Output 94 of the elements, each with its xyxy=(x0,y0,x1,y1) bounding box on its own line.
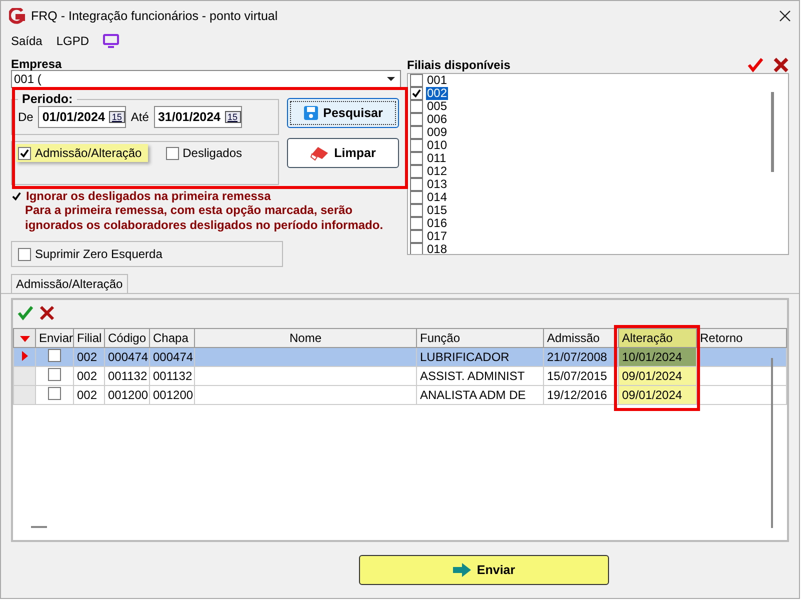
column-header[interactable]: Alteração xyxy=(618,328,696,348)
empresa-label: Empresa xyxy=(11,57,63,70)
branch-item[interactable]: 001 xyxy=(426,74,448,87)
branch-checkbox[interactable] xyxy=(410,243,423,254)
empresa-dropdown[interactable]: 001 ( xyxy=(11,70,401,88)
current-row-icon xyxy=(22,351,28,361)
option-checkbox[interactable]: Admissão/Alteração xyxy=(16,144,148,162)
column-header[interactable]: Função xyxy=(416,328,544,348)
menu-item[interactable]: LGPD xyxy=(56,34,90,48)
search-button[interactable]: Pesquisar xyxy=(287,98,399,128)
table-cell: ANALISTA ADM DE xyxy=(420,388,526,402)
send-checkbox[interactable] xyxy=(48,349,61,362)
branch-checkbox[interactable] xyxy=(410,191,423,204)
tab[interactable]: Admissão/Alteração xyxy=(11,274,128,293)
branch-checkbox[interactable] xyxy=(410,230,423,243)
branch-item[interactable]: 012 xyxy=(426,165,448,178)
branch-checkbox[interactable] xyxy=(410,178,423,191)
table-cell: 001200 xyxy=(108,388,148,402)
table-cell: 21/07/2008 xyxy=(547,350,608,364)
branch-item[interactable]: 010 xyxy=(426,139,448,152)
branch-item[interactable]: 013 xyxy=(426,178,448,191)
calendar-button[interactable]: 15 xyxy=(224,111,241,123)
column-header[interactable]: Nome xyxy=(194,328,416,348)
table-cell: 15/07/2015 xyxy=(547,369,608,383)
from-label: De xyxy=(18,110,34,124)
row-indicator[interactable] xyxy=(14,348,36,366)
period-legend: Periodo: xyxy=(18,92,77,106)
branch-checkbox[interactable] xyxy=(410,126,423,139)
table-cell: 09/01/2024 xyxy=(622,388,682,402)
table-cell: 001132 xyxy=(108,369,148,383)
branch-item[interactable]: 002 xyxy=(426,87,448,100)
branch-item[interactable]: 016 xyxy=(426,217,448,230)
branch-checkbox[interactable] xyxy=(410,113,423,126)
sort-caret-icon[interactable] xyxy=(20,336,30,342)
branch-checkbox[interactable] xyxy=(410,100,423,113)
table-cell: 002 xyxy=(77,350,98,364)
eraser-icon xyxy=(310,145,330,161)
column-header[interactable]: Admissão xyxy=(544,328,618,348)
ignore-label: Ignorar os desligados na primeira remessa xyxy=(26,189,271,203)
to-date-field[interactable]: 31/01/2024 15 xyxy=(154,106,242,128)
branch-item[interactable]: 015 xyxy=(426,204,448,217)
option-checkbox[interactable]: Desligados xyxy=(164,144,248,162)
branch-item[interactable]: 017 xyxy=(426,230,448,243)
ignore-checkbox[interactable] xyxy=(11,190,22,202)
branch-item[interactable]: 005 xyxy=(426,100,448,113)
to-label: Até xyxy=(130,110,149,124)
clear-button[interactable]: Limpar xyxy=(287,138,399,168)
menu-item[interactable]: Saída xyxy=(11,34,42,48)
checkmark-icon xyxy=(20,148,29,158)
close-icon[interactable] xyxy=(773,57,789,73)
table-cell: 09/01/2024 xyxy=(622,369,682,383)
branch-checkbox[interactable] xyxy=(410,152,423,165)
table-cell: 19/12/2016 xyxy=(547,388,608,402)
send-checkbox[interactable] xyxy=(48,368,61,381)
table-cell: 000474 xyxy=(153,350,194,364)
table-cell: 002 xyxy=(77,369,98,383)
from-date-field[interactable]: 01/01/2024 15 xyxy=(38,106,126,128)
branch-item[interactable]: 009 xyxy=(426,126,448,139)
send-button[interactable]: Enviar xyxy=(359,555,609,585)
table-cell: 000474 xyxy=(108,350,148,364)
check-icon[interactable] xyxy=(17,305,33,321)
branches-title: Filiais disponíveis xyxy=(407,58,512,72)
column-header[interactable]: Filial xyxy=(74,328,104,348)
column-header[interactable]: Enviar xyxy=(36,328,74,348)
window-title: FRQ - Integração funcionários - ponto virtual xyxy=(31,9,279,23)
table-cell: 001132 xyxy=(153,369,192,383)
column-header[interactable]: Chapa xyxy=(150,328,194,348)
branch-item[interactable]: 018 xyxy=(426,243,448,254)
close-icon[interactable] xyxy=(39,305,55,321)
table-cell: LUBRIFICADOR xyxy=(420,350,510,364)
monitor-icon[interactable] xyxy=(103,34,120,48)
close-icon[interactable] xyxy=(779,10,791,22)
branch-item[interactable]: 014 xyxy=(426,191,448,204)
calendar-button[interactable]: 15 xyxy=(108,111,125,123)
branch-checkbox[interactable] xyxy=(410,217,423,230)
table-cell: ASSIST. ADMINIST xyxy=(420,369,525,383)
branch-item[interactable]: 006 xyxy=(426,113,448,126)
branch-checkbox[interactable] xyxy=(410,204,423,217)
branch-checkbox[interactable] xyxy=(410,87,423,100)
dropdown-arrow-icon[interactable] xyxy=(386,76,396,82)
branch-checkbox[interactable] xyxy=(410,74,423,87)
column-header[interactable]: Código xyxy=(104,328,150,348)
arrow-right-icon xyxy=(452,563,471,577)
send-checkbox[interactable] xyxy=(48,387,61,400)
branch-checkbox[interactable] xyxy=(410,165,423,178)
branch-item[interactable]: 011 xyxy=(426,152,448,165)
warning-note: Para a primeira remessa, com esta opção marcada, serão ignorados os colaboradores desligados no período informado. xyxy=(24,203,384,233)
table-cell: 002 xyxy=(77,388,98,402)
branch-checkbox[interactable] xyxy=(410,139,423,152)
logo-icon xyxy=(9,8,25,24)
check-icon[interactable] xyxy=(747,57,763,73)
table-cell: 001200 xyxy=(153,388,194,402)
scrollbar[interactable] xyxy=(771,92,774,172)
table-cell: 10/01/2024 xyxy=(622,350,682,364)
